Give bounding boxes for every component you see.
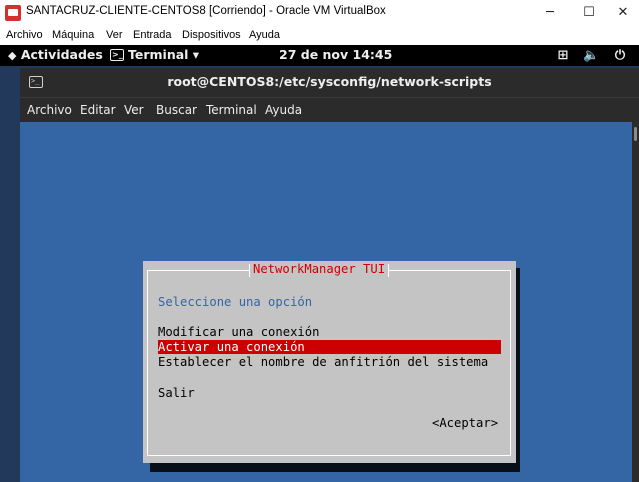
term-menu-buscar[interactable]: Buscar <box>156 103 197 117</box>
term-menu-editar[interactable]: Editar <box>80 103 116 117</box>
clock[interactable]: 27 de nov 14:45 <box>279 47 392 62</box>
activities-button[interactable]: ◆ Actividades <box>8 47 103 62</box>
term-menu-archivo[interactable]: Archivo <box>27 103 72 117</box>
scrollbar-thumb[interactable] <box>634 127 637 141</box>
guest-screen: ◆ Actividades >_ Terminal ▾ 27 de nov 14… <box>0 45 639 482</box>
activities-label: Actividades <box>20 47 103 62</box>
option-establecer-nombre-anfitrion[interactable]: Establecer el nombre de anfitrión del si… <box>158 355 488 369</box>
minimize-button[interactable]: ─ <box>539 3 561 23</box>
menu-maquina[interactable]: Máquina <box>52 29 94 41</box>
menu-ver[interactable]: Ver <box>106 29 123 41</box>
activities-icon: ◆ <box>8 49 17 62</box>
power-icon[interactable]: ⏻ <box>612 48 628 63</box>
accept-button[interactable]: <Aceptar> <box>432 416 498 430</box>
terminal-window: >_ root@CENTOS8:/etc/sysconfig/network-s… <box>20 68 639 482</box>
term-menu-ver[interactable]: Ver <box>124 103 144 117</box>
terminal-title: root@CENTOS8:/etc/sysconfig/network-scri… <box>167 74 492 89</box>
volume-icon[interactable]: 🔈 <box>583 48 599 63</box>
app-menu-button[interactable]: Terminal ▾ <box>128 47 199 62</box>
virtualbox-menubar: Archivo Máquina Ver Entrada Dispositivos… <box>0 26 639 45</box>
term-menu-terminal[interactable]: Terminal <box>206 103 257 117</box>
maximize-button[interactable]: ☐ <box>578 3 600 23</box>
menu-ayuda[interactable]: Ayuda <box>249 29 280 41</box>
option-modificar-conexion[interactable]: Modificar una conexión <box>158 325 319 339</box>
menu-entrada[interactable]: Entrada <box>133 29 172 41</box>
terminal-app-icon: >_ <box>110 49 124 61</box>
chevron-down-icon: ▾ <box>192 47 200 62</box>
terminal-scrollbar[interactable] <box>632 122 639 482</box>
menu-archivo[interactable]: Archivo <box>6 29 43 41</box>
app-menu-label: Terminal <box>128 47 189 62</box>
virtualbox-titlebar: SANTACRUZ-CLIENTE-CENTOS8 [Corriendo] - … <box>0 0 639 26</box>
option-activar-conexion[interactable]: Activar una conexión <box>158 340 501 354</box>
network-icon[interactable]: ⊞ <box>555 48 571 63</box>
close-button[interactable]: ✕ <box>612 3 634 23</box>
dialog-title: NetworkManager TUI <box>249 262 390 277</box>
menu-dispositivos[interactable]: Dispositivos <box>182 29 241 41</box>
gnome-top-bar: ◆ Actividades >_ Terminal ▾ 27 de nov 14… <box>0 45 639 66</box>
window-title: SANTACRUZ-CLIENTE-CENTOS8 [Corriendo] - … <box>26 5 386 17</box>
term-menu-ayuda[interactable]: Ayuda <box>265 103 302 117</box>
dialog-prompt: Seleccione una opción <box>158 295 313 309</box>
virtualbox-app-icon <box>5 5 21 21</box>
option-salir[interactable]: Salir <box>158 386 195 400</box>
nmtui-dialog: NetworkManager TUI Seleccione una opción… <box>143 261 516 463</box>
terminal-titlebar: >_ root@CENTOS8:/etc/sysconfig/network-s… <box>20 68 639 97</box>
terminal-menubar: Archivo Editar Ver Buscar Terminal Ayuda <box>20 97 639 122</box>
